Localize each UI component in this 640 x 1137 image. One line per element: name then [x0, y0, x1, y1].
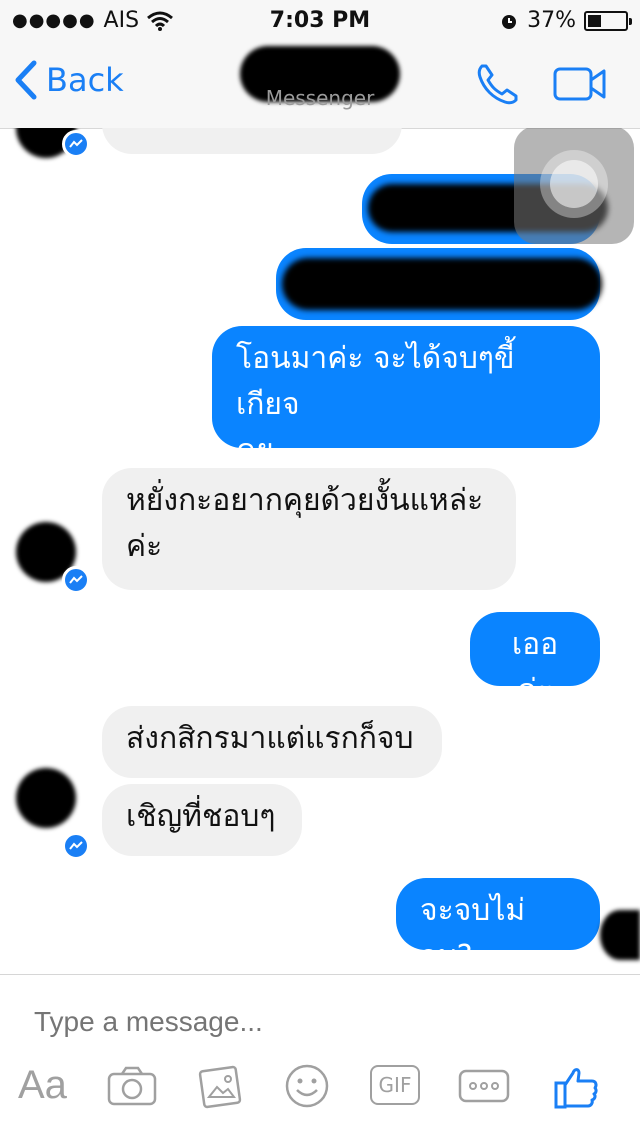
composer: Aa GIF [0, 974, 640, 1137]
text-format-button[interactable]: Aa [18, 1063, 67, 1108]
message-text: ส่งกสิกรมาแต่แรกก็จบ [126, 721, 414, 756]
message-text: เออค่ะ [511, 627, 559, 708]
header-subtitle: Messenger [265, 86, 375, 110]
battery-percent: 37% [527, 8, 576, 33]
sticker-emoji-icon[interactable] [284, 1063, 330, 1109]
gif-button[interactable]: GIF [370, 1065, 420, 1105]
message-line: หยั่งกะอยากคุยด้วยงั้นแหล่ะ [126, 483, 484, 518]
messenger-badge-icon [62, 832, 90, 860]
messenger-badge-icon [62, 566, 90, 594]
battery-icon [584, 10, 632, 31]
message-outgoing: จะจบไม่จบ? [396, 878, 600, 974]
message-text: จะจบไม่จบ? [420, 893, 526, 974]
assistive-touch-button[interactable] [514, 128, 634, 244]
message-input[interactable] [32, 999, 596, 1045]
composer-toolbar: Aa GIF [0, 1063, 640, 1123]
message-line: โอนมาค่ะ จะได้จบๆขี้เกียจ [236, 341, 515, 422]
avatar[interactable] [16, 768, 76, 828]
message-text: เชิญที่ชอบๆ [126, 799, 276, 834]
message-incoming: ส่งกสิกรมาแต่แรกก็จบ [102, 706, 442, 778]
thumbs-up-icon[interactable] [552, 1063, 600, 1111]
more-options-icon[interactable] [458, 1069, 510, 1103]
messenger-badge-icon [62, 130, 90, 158]
read-receipt-avatar [600, 910, 640, 960]
alarm-icon [502, 14, 517, 29]
photo-gallery-icon[interactable] [198, 1063, 244, 1109]
message-incoming: หยั่งกะอยากคุยด้วยงั้นแหล่ะ ค่ะ [102, 468, 516, 590]
message-incoming: เชิญที่ชอบๆ [102, 784, 302, 856]
message-thread[interactable]: โอนมาค่ะ จะได้จบๆขี้เกียจ คุย หยั่งกะอยา… [0, 128, 640, 974]
message-incoming-partial [102, 128, 402, 154]
redaction-mark [282, 258, 602, 310]
video-camera-icon[interactable] [552, 66, 608, 102]
message-line: ค่ะ [126, 529, 163, 564]
phone-icon[interactable] [474, 60, 522, 108]
status-bar: ●●●●● AIS 7:03 PM 37% [0, 0, 640, 40]
gif-label: GIF [378, 1073, 412, 1097]
message-outgoing: เออค่ะ [470, 612, 600, 708]
conversation-header: Back Messenger [0, 40, 640, 129]
camera-icon[interactable] [106, 1065, 158, 1107]
message-outgoing: โอนมาค่ะ จะได้จบๆขี้เกียจ คุย [212, 326, 600, 468]
